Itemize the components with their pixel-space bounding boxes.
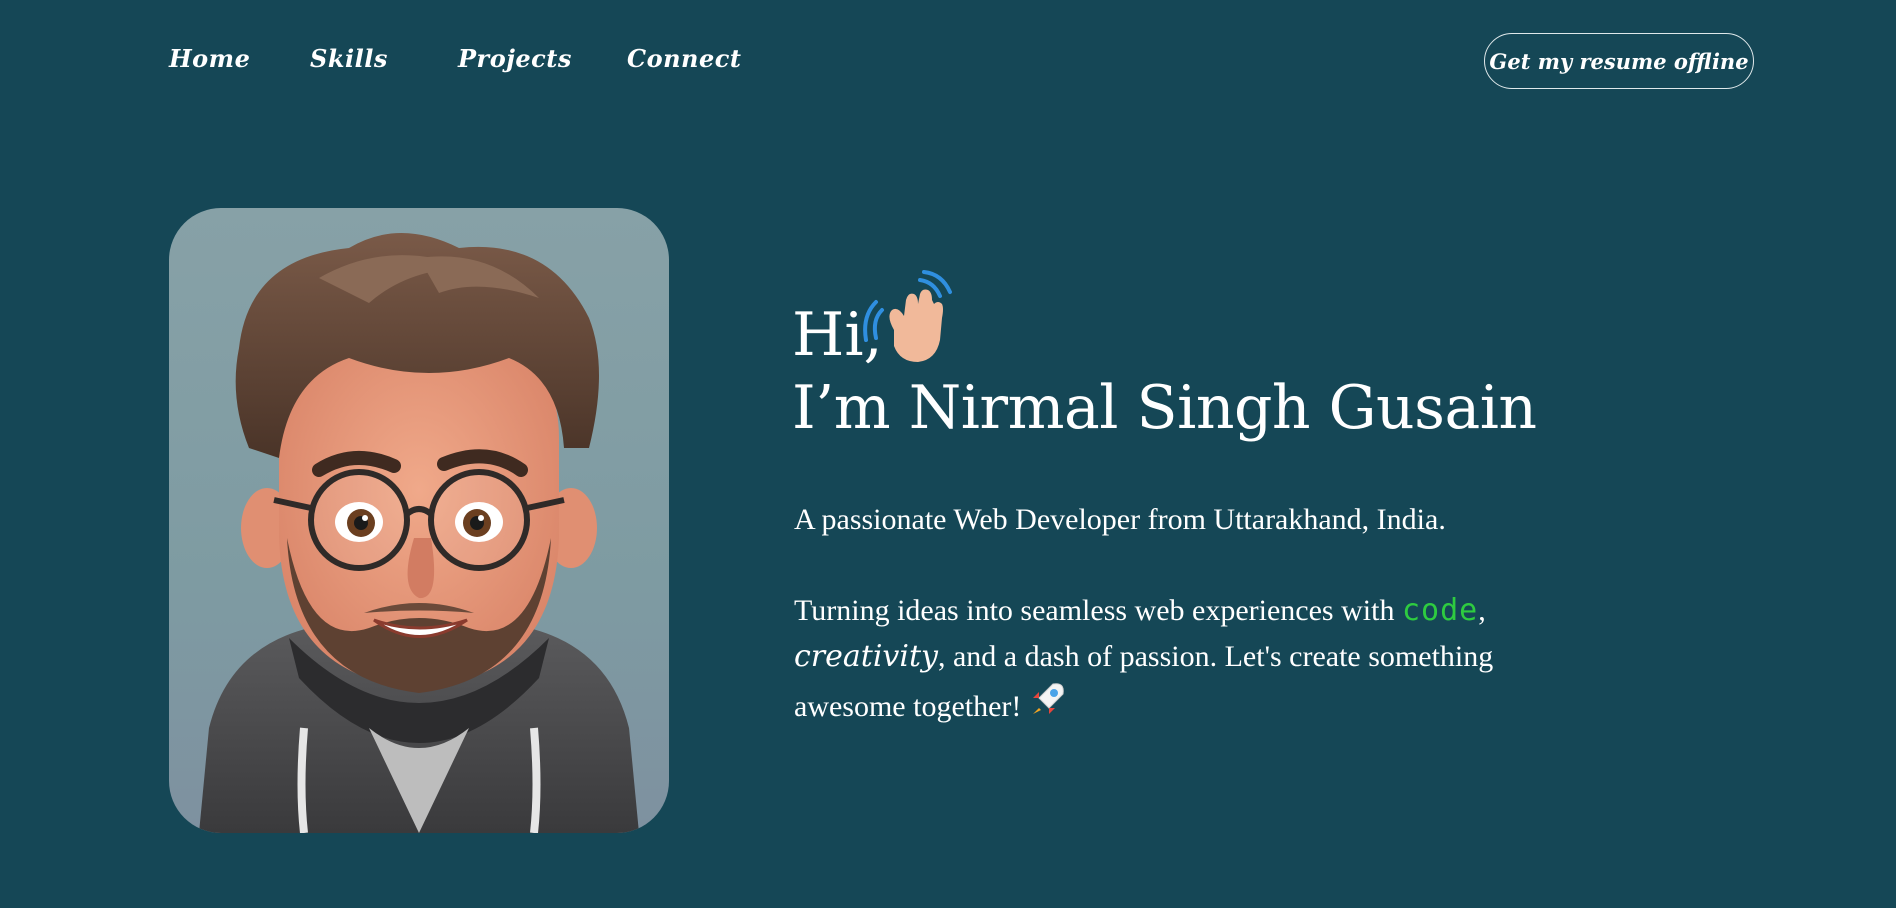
intro-paragraph: Turning ideas into seamless web experien… bbox=[794, 588, 1554, 730]
creativity-word: creativity bbox=[794, 639, 938, 674]
code-word: code bbox=[1401, 593, 1479, 628]
name-heading: I’m Nirmal Singh Gusain bbox=[792, 373, 1537, 443]
avatar-illustration bbox=[199, 233, 639, 833]
nav-link-skills[interactable]: Skills bbox=[310, 44, 388, 73]
waving-hand-icon bbox=[863, 270, 952, 362]
nav-link-projects[interactable]: Projects bbox=[458, 44, 572, 73]
nav-link-connect[interactable]: Connect bbox=[627, 44, 741, 73]
rocket-icon bbox=[1033, 683, 1065, 714]
intro-separator: , bbox=[1478, 594, 1486, 627]
tagline-text: A passionate Web Developer from Uttarakh… bbox=[794, 503, 1446, 536]
top-navigation: Home Skills Projects Connect Get my resu… bbox=[0, 0, 1896, 126]
intro-text-start: Turning ideas into seamless web experien… bbox=[794, 594, 1402, 627]
avatar-card bbox=[169, 208, 669, 833]
resume-download-button[interactable]: Get my resume offline bbox=[1484, 33, 1754, 89]
nav-link-home[interactable]: Home bbox=[169, 44, 250, 73]
